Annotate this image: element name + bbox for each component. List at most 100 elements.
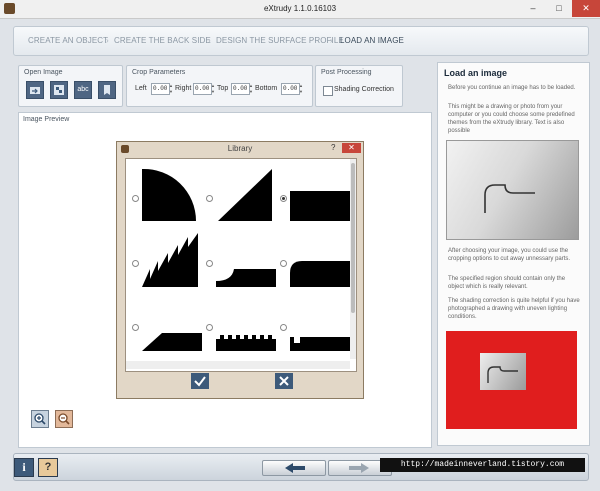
- crop-top-label: Top: [217, 85, 229, 92]
- library-horizontal-scrollbar[interactable]: [126, 361, 350, 369]
- library-item-ramp[interactable]: [214, 163, 276, 223]
- image-icon: [51, 82, 67, 105]
- notched-profile-icon: [290, 337, 350, 351]
- crop-bottom-input[interactable]: 0.00: [281, 83, 300, 95]
- minimize-button[interactable]: –: [520, 0, 546, 17]
- library-item-quarter-circle[interactable]: [140, 163, 202, 223]
- library-radio-5[interactable]: [206, 260, 213, 267]
- maximize-button[interactable]: □: [546, 0, 572, 17]
- open-file-icon: [27, 82, 43, 105]
- crop-right-spinner[interactable]: ▲ ▼: [211, 83, 215, 95]
- crop-left-label: Left: [135, 85, 147, 92]
- help-paragraph: Before you continue an image has to be l…: [448, 85, 576, 91]
- step-profile-icon: [290, 191, 350, 221]
- back-button[interactable]: [262, 460, 326, 476]
- abc-text-icon: abc: [77, 86, 89, 93]
- crop-left-spinner[interactable]: ▲ ▼: [169, 83, 173, 95]
- rounded-step-profile-icon: [290, 261, 350, 287]
- watermark-url: http://madeinneverland.tistory.com: [380, 458, 585, 472]
- crop-bottom-spinner[interactable]: ▲ ▼: [299, 83, 303, 95]
- zoom-in-icon: [34, 413, 46, 425]
- drawing-photo-icon: [487, 366, 518, 383]
- library-item-rounded-step[interactable]: [288, 229, 350, 289]
- help-paragraph: The specified region should contain only…: [448, 276, 566, 290]
- library-ok-button[interactable]: [191, 373, 209, 389]
- sawtooth-profile-icon: [142, 233, 198, 287]
- arrow-left-icon: [285, 463, 305, 473]
- crop-right-input[interactable]: 0.00: [193, 83, 212, 95]
- low-fillet-profile-icon: [216, 269, 276, 287]
- chevron-right-icon: ›: [208, 36, 211, 45]
- library-item-chamfer[interactable]: [140, 295, 202, 355]
- info-button[interactable]: i: [14, 458, 34, 477]
- window-title: eXtrudy 1.1.0.16103: [263, 4, 337, 13]
- chamfer-profile-icon: [142, 333, 202, 351]
- load-image-button[interactable]: [50, 81, 68, 99]
- help-panel: Load an image Before you continue an ima…: [437, 62, 590, 446]
- quarter-circle-profile-icon: [142, 168, 197, 221]
- close-window-button[interactable]: ✕: [572, 0, 600, 17]
- cross-icon: [275, 373, 293, 389]
- post-processing-label: Post Processing: [321, 69, 372, 76]
- help-title: Load an image: [444, 68, 508, 78]
- shading-correction-label: Shading Correction: [334, 86, 394, 93]
- library-item-sawtooth[interactable]: [140, 229, 202, 289]
- cropped-region-image: [446, 331, 577, 429]
- library-grid: [125, 158, 357, 372]
- library-radio-3[interactable]: [280, 195, 287, 202]
- library-radio-4[interactable]: [132, 260, 139, 267]
- library-title: Library: [227, 144, 253, 153]
- library-close-button[interactable]: ✕: [342, 143, 361, 153]
- library-help-button[interactable]: ?: [331, 143, 335, 152]
- library-item-crenellated[interactable]: [214, 295, 276, 355]
- library-item-low-fillet[interactable]: [214, 229, 276, 289]
- open-image-label: Open Image: [24, 69, 63, 76]
- drawing-photo-icon: [484, 184, 535, 213]
- library-radio-7[interactable]: [132, 324, 139, 331]
- open-image-group: Open Image abc: [18, 65, 123, 107]
- crenellated-profile-icon: [216, 335, 276, 351]
- breadcrumb-step-create-object[interactable]: CREATE AN OBJECT: [28, 36, 108, 45]
- library-dialog: Library ? ✕: [116, 141, 364, 399]
- library-item-notched[interactable]: [288, 295, 350, 355]
- crop-parameters-group: Crop Parameters Left 0.00 ▲ ▼ Right 0.00 …: [126, 65, 313, 107]
- zoom-in-button[interactable]: [31, 410, 49, 428]
- ramp-profile-icon: [218, 169, 272, 221]
- crop-left-input[interactable]: 0.00: [151, 83, 170, 95]
- checkmark-icon: [191, 373, 209, 389]
- crop-top-input[interactable]: 0.00: [231, 83, 250, 95]
- library-radio-8[interactable]: [206, 324, 213, 331]
- crop-bottom-label: Bottom: [255, 85, 278, 92]
- breadcrumb-step-back-side[interactable]: CREATE THE BACK SIDE: [114, 36, 211, 45]
- library-button[interactable]: [98, 81, 116, 99]
- library-vertical-scrollbar[interactable]: [350, 159, 356, 359]
- crop-top-spinner[interactable]: ▲ ▼: [249, 83, 253, 95]
- image-preview-label: Image Preview: [23, 116, 70, 123]
- zoom-out-icon: [58, 413, 70, 425]
- library-radio-6[interactable]: [280, 260, 287, 267]
- library-radio-1[interactable]: [132, 195, 139, 202]
- bookmark-library-icon: [99, 82, 115, 105]
- post-processing-group: Post Processing Shading Correction: [315, 65, 403, 107]
- help-button[interactable]: ?: [38, 458, 58, 477]
- sample-photo-image: [446, 140, 579, 240]
- breadcrumb-step-surface-profile[interactable]: DESIGN THE SURFACE PROFILE: [216, 36, 344, 45]
- window-titlebar: eXtrudy 1.1.0.16103 – □ ✕: [0, 0, 600, 19]
- zoom-out-button[interactable]: [55, 410, 73, 428]
- library-cancel-button[interactable]: [275, 373, 293, 389]
- text-button[interactable]: abc: [74, 81, 92, 99]
- library-radio-9[interactable]: [280, 324, 287, 331]
- help-paragraph: This might be a drawing or photo from yo…: [448, 104, 575, 134]
- help-paragraph: After choosing your image, you could use…: [448, 248, 571, 262]
- library-scroll-thumb[interactable]: [351, 163, 355, 313]
- help-paragraph: The shading correction is quite helpful …: [448, 298, 580, 320]
- open-file-button[interactable]: [26, 81, 44, 99]
- chevron-right-icon: ›: [330, 36, 333, 45]
- shading-correction-checkbox[interactable]: [323, 86, 333, 96]
- cropped-photo: [480, 353, 526, 390]
- library-item-step[interactable]: [288, 163, 350, 223]
- library-radio-2[interactable]: [206, 195, 213, 202]
- breadcrumb: CREATE AN OBJECT › CREATE THE BACK SIDE …: [13, 26, 589, 56]
- breadcrumb-step-load-image[interactable]: LOAD AN IMAGE: [340, 36, 404, 45]
- chevron-right-icon: ›: [106, 36, 109, 45]
